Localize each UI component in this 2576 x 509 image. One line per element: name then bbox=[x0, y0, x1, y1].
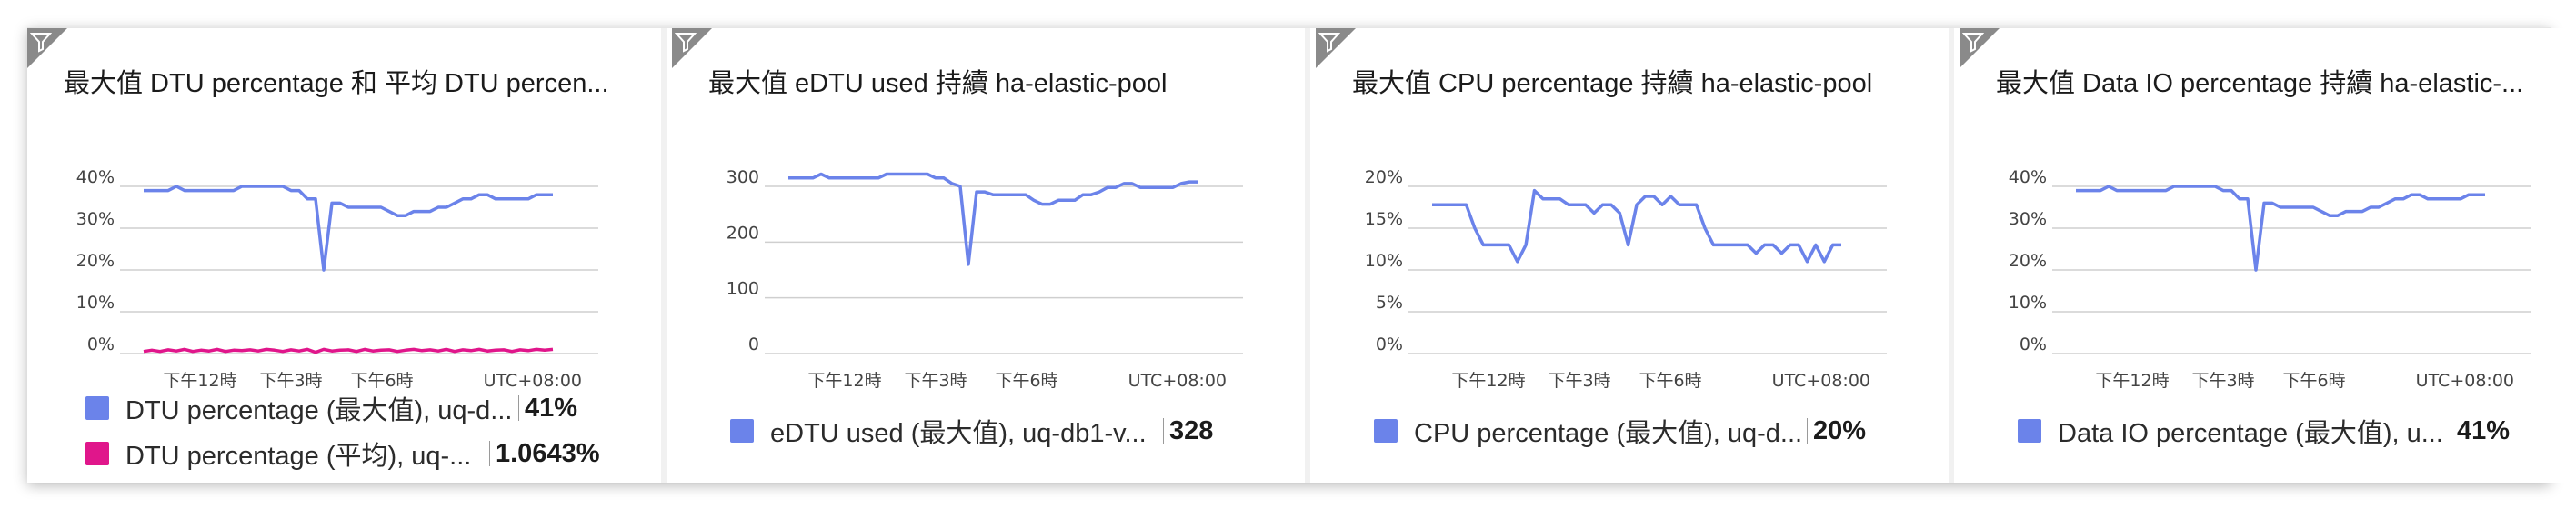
legend-divider bbox=[1163, 418, 1164, 444]
x-tick-label: 下午6時 bbox=[1639, 371, 1701, 391]
x-tick-label: 下午6時 bbox=[995, 371, 1057, 391]
legend-divider bbox=[489, 441, 490, 466]
y-tick-label: 10% bbox=[76, 293, 115, 313]
y-tick-label: 0% bbox=[2020, 334, 2047, 354]
legend-label: DTU percentage (最大值), uq-d... bbox=[125, 396, 513, 425]
y-tick-label: 300 bbox=[727, 167, 759, 187]
legend-item[interactable]: DTU percentage (最大值), uq-d... 41% bbox=[85, 390, 577, 426]
y-tick-label: 0% bbox=[87, 334, 115, 354]
y-tick-label: 40% bbox=[76, 167, 115, 187]
y-tick-label: 0 bbox=[748, 334, 759, 354]
y-tick-label: 20% bbox=[1365, 167, 1403, 187]
legend-label: CPU percentage (最大值), uq-d... bbox=[1414, 419, 1803, 448]
timezone-label: UTC+08:00 bbox=[1128, 371, 1227, 391]
y-tick-label: 100 bbox=[727, 279, 759, 299]
dashboard-tile-strip: 最大值 DTU percentage 和 平均 DTU percen... 40… bbox=[27, 27, 2576, 483]
legend-value: 41% bbox=[525, 393, 578, 423]
x-tick-label: 下午12時 bbox=[2095, 371, 2169, 391]
y-tick-label: 5% bbox=[1376, 293, 1403, 313]
legend-swatch bbox=[2018, 419, 2041, 443]
y-tick-label: 30% bbox=[2009, 209, 2047, 229]
x-tick-label: 下午3時 bbox=[904, 371, 967, 391]
series-line bbox=[1432, 188, 1841, 264]
legend-divider bbox=[1807, 418, 1808, 444]
timezone-label: UTC+08:00 bbox=[484, 371, 582, 391]
legend-swatch bbox=[730, 419, 754, 443]
y-tick-label: 0% bbox=[1376, 334, 1403, 354]
timezone-label: UTC+08:00 bbox=[1772, 371, 1870, 391]
legend-value: 20% bbox=[1813, 415, 1867, 445]
y-tick-label: 15% bbox=[1365, 209, 1403, 229]
legend-label: Data IO percentage (最大值), u... bbox=[2058, 419, 2443, 448]
tile-divider bbox=[1949, 28, 1954, 483]
x-tick-label: 下午3時 bbox=[2191, 371, 2254, 391]
filter-icon[interactable] bbox=[1318, 31, 1340, 53]
chart-tile-cpu[interactable]: 最大值 CPU percentage 持續 ha-elastic-pool 20… bbox=[1316, 28, 1943, 483]
legend-label: DTU percentage (平均), uq-... bbox=[125, 442, 472, 471]
chart-title[interactable]: 最大值 DTU percentage 和 平均 DTU percen... bbox=[64, 62, 636, 100]
x-tick-label: 下午12時 bbox=[1451, 371, 1525, 391]
y-tick-label: 40% bbox=[2009, 167, 2047, 187]
y-tick-label: 20% bbox=[2009, 251, 2047, 271]
x-tick-label: 下午12時 bbox=[163, 371, 236, 391]
y-tick-label: 30% bbox=[76, 209, 115, 229]
x-tick-label: 下午3時 bbox=[259, 371, 322, 391]
chart-title[interactable]: 最大值 eDTU used 持續 ha-elastic-pool bbox=[708, 62, 1281, 100]
line-chart: 40% 30% 20% 10% 0% 下午12時 下午3時 下午6時 UTC+08:00 bbox=[2009, 167, 2531, 391]
legend-value: 1.0643% bbox=[496, 438, 600, 468]
legend-item[interactable]: Data IO percentage (最大值), u... 41% bbox=[2018, 413, 2510, 449]
legend-item[interactable]: CPU percentage (最大值), uq-d... 20% bbox=[1374, 413, 1866, 449]
y-tick-label: 200 bbox=[727, 223, 759, 243]
legend-swatch bbox=[1374, 419, 1398, 443]
line-chart: 40% 30% 20% 10% 0% 下午12時 下午3時 下午6時 UTC+08:00 bbox=[76, 167, 598, 391]
filter-icon[interactable] bbox=[1962, 31, 1984, 53]
filter-icon[interactable] bbox=[30, 31, 52, 53]
chart-tile-dataio[interactable]: 最大值 Data IO percentage 持續 ha-elastic-...… bbox=[1960, 28, 2576, 483]
legend-divider bbox=[518, 395, 519, 421]
legend-value: 41% bbox=[2457, 415, 2511, 445]
x-tick-label: 下午6時 bbox=[350, 371, 413, 391]
legend-swatch bbox=[85, 396, 109, 420]
legend-swatch bbox=[85, 442, 109, 465]
tile-divider bbox=[1305, 28, 1310, 483]
x-tick-label: 下午12時 bbox=[807, 371, 881, 391]
x-tick-label: 下午6時 bbox=[2282, 371, 2345, 391]
line-chart: 20% 15% 10% 5% 0% 下午12時 下午3時 下午6時 UTC+08:00 bbox=[1365, 167, 1887, 391]
timezone-label: UTC+08:00 bbox=[2416, 371, 2514, 391]
y-tick-label: 10% bbox=[1365, 251, 1403, 271]
legend-item[interactable]: DTU percentage (平均), uq-... 1.0643% bbox=[85, 435, 600, 472]
series-line bbox=[143, 347, 554, 354]
y-tick-label: 10% bbox=[2009, 293, 2047, 313]
chart-tile-dtu[interactable]: 最大值 DTU percentage 和 平均 DTU percen... 40… bbox=[27, 28, 655, 483]
line-chart: 300 200 100 0 下午12時 下午3時 下午6時 UTC+08:00 bbox=[727, 167, 1243, 391]
legend-value: 328 bbox=[1169, 415, 1214, 445]
x-tick-label: 下午3時 bbox=[1548, 371, 1610, 391]
chart-tile-edtu[interactable]: 最大值 eDTU used 持續 ha-elastic-pool 300 200 1… bbox=[672, 28, 1299, 483]
chart-title[interactable]: 最大值 CPU percentage 持續 ha-elastic-pool bbox=[1352, 62, 1925, 100]
legend-label: eDTU used (最大值), uq-db1-v... bbox=[770, 419, 1147, 448]
legend-item[interactable]: eDTU used (最大值), uq-db1-v... 328 bbox=[730, 413, 1213, 449]
tile-divider bbox=[661, 28, 667, 483]
chart-title[interactable]: 最大值 Data IO percentage 持續 ha-elastic-... bbox=[1996, 62, 2569, 100]
series-line bbox=[788, 172, 1198, 266]
y-tick-label: 20% bbox=[76, 251, 115, 271]
filter-icon[interactable] bbox=[675, 31, 697, 53]
